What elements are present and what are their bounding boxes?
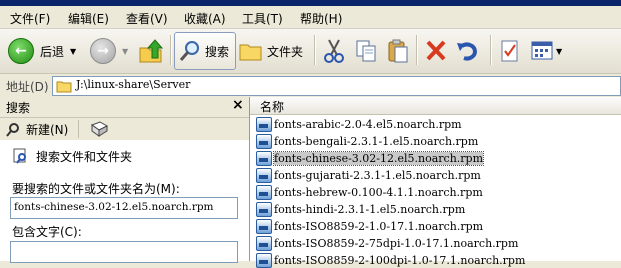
forward-dropdown-icon[interactable]: ▼ (122, 47, 128, 56)
magnifier-icon (179, 41, 199, 61)
folders-button[interactable]: 文件夹 (239, 33, 303, 69)
rpm-file-icon (256, 184, 272, 200)
magnifier-icon (6, 122, 19, 137)
menu-tools[interactable]: 工具(T) (242, 10, 283, 27)
rpm-file-icon (256, 235, 272, 251)
rpm-file-icon (256, 116, 272, 132)
search-pane: 搜索 × 新建(N) 搜索文件和文件夹 要搜索的文件或文件夹名为(M): fon… (0, 97, 250, 263)
back-dropdown-icon[interactable]: ▼ (70, 47, 76, 56)
properties-icon (501, 40, 518, 62)
file-row[interactable]: fonts-hindi-2.3.1-1.el5.noarch.rpm (256, 201, 465, 217)
up-folder-button[interactable] (138, 33, 164, 69)
rpm-file-icon (256, 150, 272, 166)
back-label: 后退 (40, 44, 65, 59)
menu-favorites[interactable]: 收藏(A) (184, 10, 226, 27)
address-label: 地址(D) (6, 80, 49, 94)
properties-button[interactable] (498, 33, 522, 69)
file-row[interactable]: fonts-chinese-3.02-12.el5.noarch.rpm (256, 150, 485, 166)
search-options-button[interactable] (90, 121, 109, 140)
file-name: fonts-arabic-2.0-4.el5.noarch.rpm (274, 117, 462, 131)
search-pane-toolbar: 新建(N) (0, 118, 249, 140)
undo-icon (457, 42, 477, 61)
search-label: 搜索 (205, 44, 230, 59)
paste-button[interactable] (386, 33, 410, 69)
file-row[interactable]: fonts-gujarati-2.3.1-1.el5.noarch.rpm (256, 167, 481, 183)
views-icon (531, 41, 553, 60)
search-pane-title: 搜索 (6, 101, 31, 115)
delete-x-icon (426, 40, 446, 61)
file-name: fonts-hebrew-0.100-4.1.1.noarch.rpm (274, 185, 483, 199)
rpm-file-icon (256, 218, 272, 234)
search-button[interactable]: 搜索 (174, 32, 236, 70)
search-heading: 搜索文件和文件夹 (36, 150, 133, 164)
column-header-name[interactable]: 名称 (250, 97, 621, 115)
back-button[interactable]: ← 后退 ▼ (8, 33, 76, 69)
folders-label: 文件夹 (267, 44, 304, 59)
file-name: fonts-chinese-3.02-12.el5.noarch.rpm (272, 150, 485, 166)
file-name: fonts-gujarati-2.3.1-1.el5.noarch.rpm (274, 168, 481, 182)
address-bar: 地址(D) J:\linux-share\Server (0, 74, 621, 98)
rpm-file-icon (256, 201, 272, 217)
rpm-file-icon (256, 252, 272, 268)
search-form: 搜索文件和文件夹 要搜索的文件或文件夹名为(M): fonts-chinese-… (0, 140, 249, 263)
copy-button[interactable] (354, 33, 378, 69)
file-row[interactable]: fonts-arabic-2.0-4.el5.noarch.rpm (256, 116, 462, 132)
address-path: J:\linux-share\Server (76, 78, 191, 91)
menu-file[interactable]: 文件(F) (10, 10, 50, 27)
file-row[interactable]: fonts-ISO8859-2-75dpi-1.0-17.1.noarch.rp… (256, 235, 518, 251)
file-name: fonts-bengali-2.3.1-1.el5.noarch.rpm (274, 134, 479, 148)
folder-icon (56, 81, 72, 93)
search-pane-header: 搜索 × (0, 97, 249, 118)
menu-bar: 文件(F) 编辑(E) 查看(V) 收藏(A) 工具(T) 帮助(H) (0, 6, 621, 29)
delete-button[interactable] (424, 33, 448, 69)
file-name: fonts-ISO8859-2-75dpi-1.0-17.1.noarch.rp… (274, 236, 519, 250)
file-name: fonts-ISO8859-2-100dpi-1.0-17.1.noarch.r… (274, 253, 526, 267)
views-button[interactable]: ▼ (530, 33, 562, 69)
filename-input[interactable]: fonts-chinese-3.02-12.el5.noarch.rpm (10, 197, 238, 219)
up-folder-icon (139, 39, 164, 63)
rpm-file-icon (256, 167, 272, 183)
file-row[interactable]: fonts-hebrew-0.100-4.1.1.noarch.rpm (256, 184, 483, 200)
contains-text-input[interactable] (10, 241, 238, 263)
filename-label: 要搜索的文件或文件夹名为(M): (12, 182, 180, 196)
undo-button[interactable] (456, 33, 480, 69)
menu-help[interactable]: 帮助(H) (300, 10, 342, 27)
contains-text-label: 包含文字(C): (12, 225, 82, 239)
new-search-label: 新建(N) (26, 123, 69, 137)
toolbar: ← 后退 ▼ → ▼ 搜索 文件夹 ▼ (0, 29, 621, 74)
cut-button[interactable] (322, 33, 346, 69)
views-dropdown-icon[interactable]: ▼ (556, 47, 562, 56)
file-row[interactable]: fonts-ISO8859-2-100dpi-1.0-17.1.noarch.r… (256, 252, 525, 268)
forward-arrow-icon: → (90, 38, 116, 64)
new-search-button[interactable]: 新建(N) (6, 121, 68, 138)
address-input[interactable]: J:\linux-share\Server (52, 76, 621, 96)
file-row[interactable]: fonts-bengali-2.3.1-1.el5.noarch.rpm (256, 133, 478, 149)
file-name: fonts-ISO8859-2-1.0-17.1.noarch.rpm (274, 219, 484, 233)
back-arrow-icon: ← (8, 38, 34, 64)
column-name-label: 名称 (260, 100, 285, 114)
close-icon[interactable]: × (232, 97, 244, 113)
file-list: 名称 fonts-arabic-2.0-4.el5.noarch.rpm font… (250, 97, 621, 268)
file-row[interactable]: fonts-ISO8859-2-1.0-17.1.noarch.rpm (256, 218, 483, 234)
menu-edit[interactable]: 编辑(E) (68, 10, 109, 27)
search-files-icon (13, 148, 26, 164)
forward-button[interactable]: → ▼ (90, 33, 128, 69)
paste-icon (388, 39, 408, 63)
book-icon (90, 121, 109, 137)
copy-icon (356, 40, 376, 62)
menu-view[interactable]: 查看(V) (126, 10, 168, 27)
filename-value: fonts-chinese-3.02-12.el5.noarch.rpm (14, 201, 214, 213)
scissors-icon (324, 39, 344, 63)
file-name: fonts-hindi-2.3.1-1.el5.noarch.rpm (274, 202, 466, 216)
folder-icon (239, 44, 262, 61)
rpm-file-icon (256, 133, 272, 149)
